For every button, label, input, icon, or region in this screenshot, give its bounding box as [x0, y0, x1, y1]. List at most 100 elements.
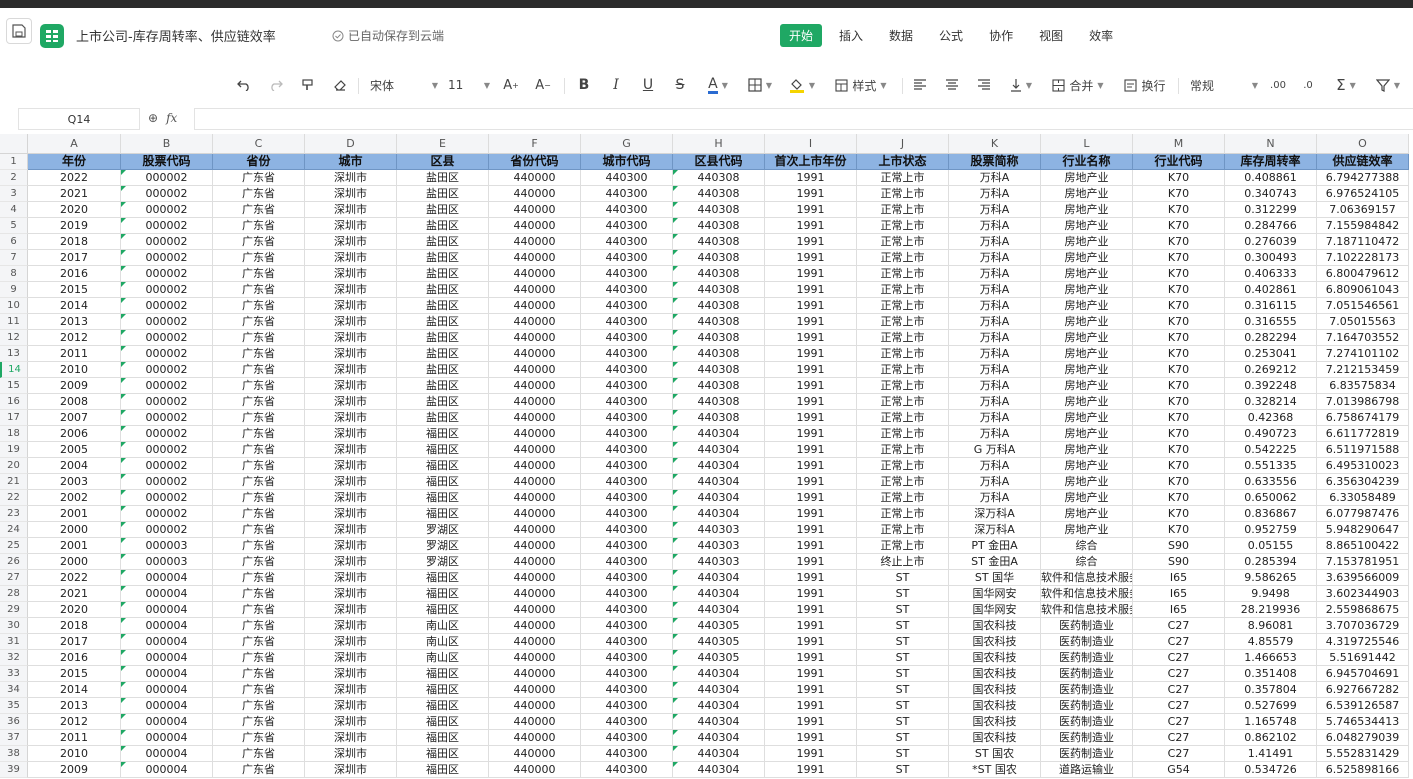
table-cell[interactable]: 房地产业 [1041, 250, 1133, 266]
table-cell[interactable]: 440000 [489, 266, 581, 282]
table-cell[interactable]: 6.976524105 [1317, 186, 1409, 202]
table-cell[interactable]: 440000 [489, 746, 581, 762]
table-cell[interactable]: 440308 [673, 218, 765, 234]
table-cell[interactable]: 1991 [765, 394, 857, 410]
table-cell[interactable]: 000004 [121, 714, 213, 730]
table-cell[interactable]: 6.945704691 [1317, 666, 1409, 682]
table-cell[interactable]: 6.33058489 [1317, 490, 1409, 506]
formula-input[interactable] [194, 108, 1413, 130]
menu-formula[interactable]: 公式 [930, 24, 972, 47]
table-cell[interactable]: 440000 [489, 250, 581, 266]
eraser-icon[interactable] [330, 74, 350, 96]
table-cell[interactable]: 000004 [121, 730, 213, 746]
table-cell[interactable]: 深圳市 [305, 250, 397, 266]
table-cell[interactable]: 440000 [489, 426, 581, 442]
row-header[interactable]: 17 [0, 410, 28, 426]
table-cell[interactable]: 房地产业 [1041, 282, 1133, 298]
table-cell[interactable]: 万科A [949, 362, 1041, 378]
table-cell[interactable]: 万科A [949, 202, 1041, 218]
table-cell[interactable]: 正常上市 [857, 458, 949, 474]
column-header-C[interactable]: C [213, 134, 305, 154]
name-box[interactable]: Q14 [18, 108, 140, 130]
strikethrough-icon[interactable]: S [670, 74, 690, 96]
table-cell[interactable]: 深圳市 [305, 410, 397, 426]
table-cell[interactable]: 房地产业 [1041, 186, 1133, 202]
row-header[interactable]: 31 [0, 634, 28, 650]
table-cell[interactable]: 广东省 [213, 330, 305, 346]
table-cell[interactable]: 房地产业 [1041, 458, 1133, 474]
table-cell[interactable]: 440300 [581, 650, 673, 666]
table-cell[interactable]: 000002 [121, 282, 213, 298]
header-cell[interactable]: 行业代码 [1133, 154, 1225, 170]
table-cell[interactable]: 房地产业 [1041, 218, 1133, 234]
table-cell[interactable]: 1991 [765, 714, 857, 730]
table-cell[interactable]: 7.274101102 [1317, 346, 1409, 362]
table-cell[interactable]: ST 国农 [949, 746, 1041, 762]
table-cell[interactable]: 1991 [765, 474, 857, 490]
table-cell[interactable]: 440303 [673, 538, 765, 554]
table-cell[interactable]: K70 [1133, 186, 1225, 202]
table-cell[interactable]: 房地产业 [1041, 202, 1133, 218]
number-format-select[interactable]: 常规 ▼ [1190, 74, 1258, 96]
table-cell[interactable]: ST [857, 730, 949, 746]
table-cell[interactable]: 国华网安 [949, 602, 1041, 618]
table-cell[interactable]: 440000 [489, 218, 581, 234]
table-cell[interactable]: 1.165748 [1225, 714, 1317, 730]
table-cell[interactable]: 440308 [673, 234, 765, 250]
table-cell[interactable]: 1991 [765, 730, 857, 746]
table-cell[interactable]: 1991 [765, 650, 857, 666]
table-cell[interactable]: 福田区 [397, 714, 489, 730]
table-cell[interactable]: C27 [1133, 730, 1225, 746]
table-cell[interactable]: 盐田区 [397, 346, 489, 362]
table-cell[interactable]: 房地产业 [1041, 266, 1133, 282]
table-cell[interactable]: 房地产业 [1041, 234, 1133, 250]
table-cell[interactable]: 0.05155 [1225, 538, 1317, 554]
table-cell[interactable]: 万科A [949, 330, 1041, 346]
header-cell[interactable]: 供应链效率 [1317, 154, 1409, 170]
table-cell[interactable]: 深圳市 [305, 570, 397, 586]
merge-button[interactable]: 合并 ▼ [1048, 74, 1108, 96]
column-header-J[interactable]: J [857, 134, 949, 154]
table-cell[interactable]: 000002 [121, 250, 213, 266]
table-cell[interactable]: 440304 [673, 682, 765, 698]
table-cell[interactable]: 440300 [581, 634, 673, 650]
table-cell[interactable]: S90 [1133, 538, 1225, 554]
table-cell[interactable]: 440000 [489, 490, 581, 506]
table-cell[interactable]: 7.06369157 [1317, 202, 1409, 218]
table-cell[interactable]: 国农科技 [949, 682, 1041, 698]
table-cell[interactable]: 0.952759 [1225, 522, 1317, 538]
table-cell[interactable]: 福田区 [397, 682, 489, 698]
table-cell[interactable]: ST [857, 666, 949, 682]
table-cell[interactable]: 440300 [581, 250, 673, 266]
table-cell[interactable]: 440300 [581, 218, 673, 234]
row-header[interactable]: 6 [0, 234, 28, 250]
row-header[interactable]: 32 [0, 650, 28, 666]
table-cell[interactable]: 440300 [581, 458, 673, 474]
table-cell[interactable]: 1991 [765, 570, 857, 586]
table-cell[interactable]: 0.402861 [1225, 282, 1317, 298]
table-cell[interactable]: K70 [1133, 298, 1225, 314]
header-cell[interactable]: 股票简称 [949, 154, 1041, 170]
table-cell[interactable]: 万科A [949, 250, 1041, 266]
table-cell[interactable]: 广东省 [213, 506, 305, 522]
table-cell[interactable]: 2016 [28, 266, 121, 282]
table-cell[interactable]: 1991 [765, 538, 857, 554]
table-cell[interactable]: 医药制造业 [1041, 682, 1133, 698]
column-header-E[interactable]: E [397, 134, 489, 154]
table-cell[interactable]: 440304 [673, 506, 765, 522]
table-cell[interactable]: 440000 [489, 234, 581, 250]
table-cell[interactable]: K70 [1133, 442, 1225, 458]
table-cell[interactable]: 4.85579 [1225, 634, 1317, 650]
italic-icon[interactable]: I [606, 74, 626, 96]
table-cell[interactable]: 000004 [121, 762, 213, 778]
table-cell[interactable]: 正常上市 [857, 234, 949, 250]
table-cell[interactable]: 440000 [489, 634, 581, 650]
table-cell[interactable]: 6.83575834 [1317, 378, 1409, 394]
table-cell[interactable]: 广东省 [213, 650, 305, 666]
decrease-font-icon[interactable]: A − [532, 74, 554, 96]
table-cell[interactable]: 000004 [121, 586, 213, 602]
table-cell[interactable]: 440000 [489, 298, 581, 314]
table-cell[interactable]: ST [857, 746, 949, 762]
table-cell[interactable]: 0.316555 [1225, 314, 1317, 330]
table-cell[interactable]: ST [857, 762, 949, 778]
